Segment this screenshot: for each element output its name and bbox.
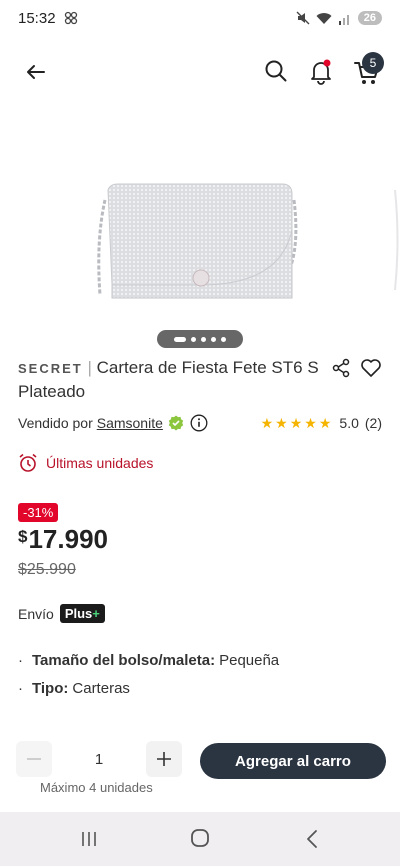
back-arrow-icon[interactable] [22,58,50,86]
star-icon: ★ [289,415,303,431]
sold-by-label: Vendido por [18,415,93,431]
share-icon[interactable] [331,358,351,378]
star-icon: ★ [318,415,332,431]
app-header: 5 [0,50,400,94]
original-price: $25.990 [18,561,76,578]
favorite-heart-icon[interactable] [360,357,382,379]
currency-symbol: $ [18,527,28,546]
carousel-dot[interactable] [221,336,226,342]
carousel-dot[interactable] [201,336,206,342]
spec-value: Carteras [72,679,130,697]
increase-quantity-button[interactable] [146,741,182,777]
recent-apps-icon[interactable] [80,830,98,848]
star-icon: ★ [260,415,274,431]
search-icon[interactable] [262,57,290,85]
quantity-stepper: 1 [16,739,182,779]
system-nav-bar [0,812,400,866]
mute-icon [296,11,310,25]
home-icon[interactable] [190,828,210,848]
alarm-clock-icon [19,453,37,472]
brand-name[interactable]: SECRET [18,361,83,376]
wifi-icon [316,12,332,24]
carousel-dot[interactable] [191,336,196,342]
shipping-info: Envío Plus+ [18,604,105,623]
image-carousel-indicator[interactable] [157,330,243,348]
spec-key: Tamaño del bolso/maleta: [32,651,216,669]
plus-icon [157,752,171,766]
plus-badge: Plus+ [59,604,105,623]
verified-seller-icon [168,415,184,431]
info-icon[interactable] [190,414,208,432]
status-left: 15:32 [18,10,78,27]
plus-badge-text: Plus [64,606,93,621]
add-to-cart-button[interactable]: Agregar al carro [200,743,386,779]
spec-item: · Tipo: Carteras [18,674,279,702]
status-bar: 15:32 26 [0,0,400,36]
star-icon: ★ [304,415,317,431]
plus-badge-symbol: + [92,606,100,621]
bullet: · [18,679,23,697]
bullet: · [18,651,23,669]
product-image[interactable] [0,160,400,320]
minus-icon [27,758,41,760]
seller-row: Vendido por Samsonite ★ ★ ★ ★ ★ 5.0 (2) [18,412,382,434]
app-notification-icon [64,11,77,25]
shipping-label: Envío [18,605,54,622]
max-quantity-label: Máximo 4 unidades [40,780,153,795]
status-right: 26 [296,11,382,25]
star-icon: ★ [275,415,288,431]
spec-key: Tipo: [32,679,69,697]
review-count: (2) [364,415,382,431]
cart-count-badge: 5 [362,52,384,74]
product-specs: · Tamaño del bolso/maleta: Pequeña · Tip… [18,646,279,702]
status-time: 15:32 [18,9,56,27]
stock-alert: Últimas unidades [18,453,153,473]
discount-badge: -31% [18,503,59,522]
quantity-value[interactable]: 1 [52,751,146,768]
spec-item: · Tamaño del bolso/maleta: Pequeña [18,646,279,674]
seller-link[interactable]: Samsonite [97,415,163,431]
battery-indicator: 26 [357,11,382,25]
stock-label: Últimas unidades [46,455,154,471]
product-title: SECRET | Cartera de Fiesta Fete ST6 S Pl… [18,356,328,403]
spec-value: Pequeña [219,651,280,669]
current-price-value: 17.990 [28,524,108,554]
carousel-dot[interactable] [211,336,216,342]
signal-icon [338,14,349,25]
brand-separator: | [87,358,92,377]
notification-bell-icon[interactable] [307,57,335,85]
rating-summary[interactable]: ★ ★ ★ ★ ★ 5.0 (2) [261,415,382,431]
nav-back-icon[interactable] [305,829,319,849]
carousel-dot-active[interactable] [174,336,186,342]
current-price: $17.990 [18,524,108,555]
decrease-quantity-button[interactable] [16,741,52,777]
rating-value: 5.0 [339,415,359,431]
